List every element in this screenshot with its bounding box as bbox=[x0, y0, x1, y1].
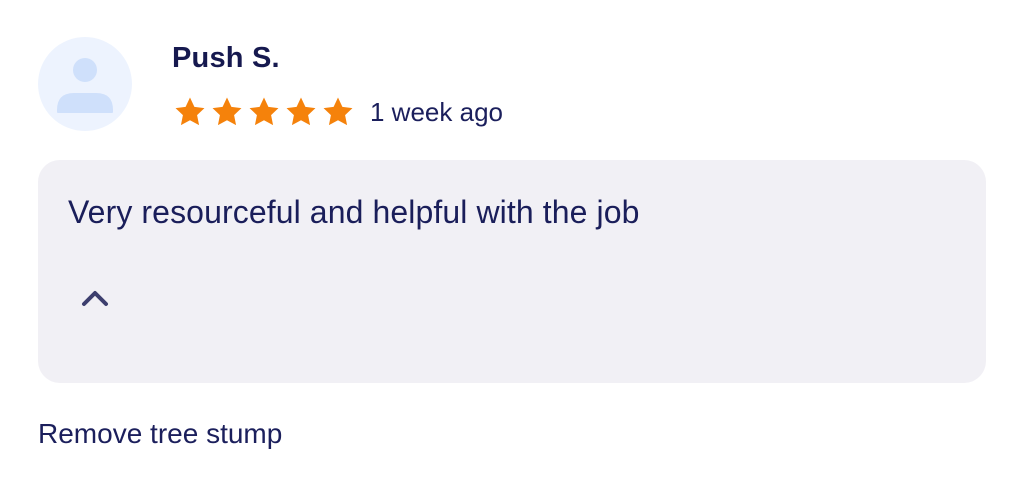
user-placeholder-icon bbox=[57, 58, 113, 113]
collapse-comment-button[interactable] bbox=[76, 280, 114, 316]
rating-row: 1 week ago bbox=[172, 94, 503, 130]
review-comment-card: Very resourceful and helpful with the jo… bbox=[38, 160, 986, 383]
service-name: Remove tree stump bbox=[38, 418, 283, 449]
reviewer-name: Push S. bbox=[172, 42, 280, 74]
star-icon bbox=[175, 97, 205, 126]
chevron-up-icon bbox=[82, 291, 108, 306]
star-icon bbox=[286, 97, 316, 126]
star-icon bbox=[212, 97, 242, 126]
review-time-ago: 1 week ago bbox=[370, 96, 503, 127]
review-card: Push S. 1 week ago Very resourceful and … bbox=[0, 0, 1024, 488]
star-rating bbox=[172, 95, 357, 129]
star-icon bbox=[323, 97, 353, 126]
review-comment-text: Very resourceful and helpful with the jo… bbox=[68, 194, 640, 230]
avatar bbox=[38, 37, 132, 131]
star-icon bbox=[249, 97, 279, 126]
